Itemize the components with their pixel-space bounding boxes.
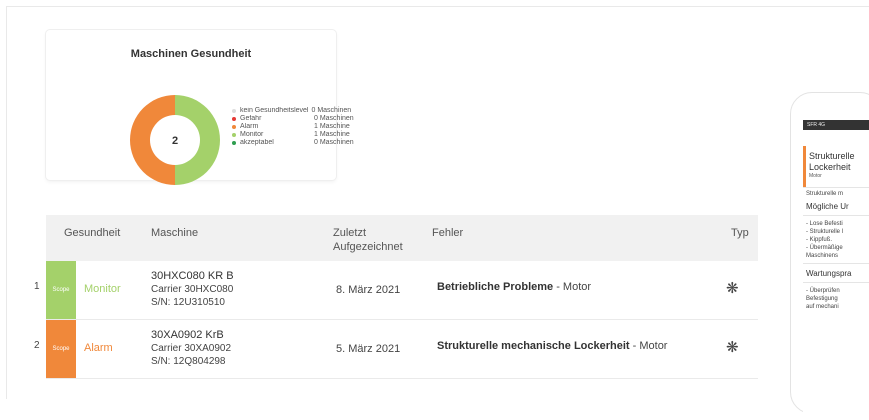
fault-description[interactable]: Betriebliche Probleme - Motor [437,281,591,293]
row-number: 1 [34,281,40,292]
phone-screen: SFR 4G Strukturelle Lockerheit Motor Str… [803,120,869,420]
phone-divider [803,263,869,264]
machine-name: 30HXC080 KR B [151,270,234,282]
legend-item: Alarm 1 Maschine [232,123,354,131]
legend-label: akzeptabel [240,139,274,146]
legend-item: kein Gesundheitslevel 0 Maschinen [232,107,354,115]
snowflake-icon: ❋ [726,339,739,356]
legend-dot-icon [232,141,236,145]
table-header: Gesundheit Maschine Zuletzt Aufgezeichne… [46,215,758,261]
header-fault[interactable]: Fehler [432,226,463,240]
phone-mockup: SFR 4G Strukturelle Lockerheit Motor Str… [790,92,869,420]
health-status: Alarm [84,342,113,354]
phone-heading-maintenance: Wartungspra [806,269,852,278]
snowflake-icon: ❋ [726,280,739,297]
fault-name: Betriebliche Probleme [437,281,554,293]
legend-value: 0 Maschinen [314,139,354,146]
phone-bullet: Befestigung [806,296,838,302]
legend-dot-icon [232,125,236,129]
last-recorded-date: 5. März 2021 [336,343,401,355]
fault-name: Strukturelle mechanische Lockerheit [437,340,630,352]
header-health[interactable]: Gesundheit [64,226,120,240]
phone-divider [803,282,869,283]
legend-value: 1 Maschine [314,123,350,130]
phone-heading-causes: Mögliche Ur [806,202,849,211]
machine-health-card: Maschinen Gesundheit 2 kein Gesundheitsl… [46,30,354,185]
header-last-recorded[interactable]: Zuletzt Aufgezeichnet [333,226,403,254]
health-legend: kein Gesundheitslevel 0 Maschinen Gefahr 0 … [232,107,354,147]
scope-badge: Scope [46,261,76,319]
legend-label: Monitor [240,131,264,138]
phone-bullet: - Übermäßige [806,245,843,251]
header-type[interactable]: Typ [731,226,749,240]
fault-description[interactable]: Strukturelle mechanische Lockerheit - Mo… [437,340,667,352]
machine-carrier: Carrier 30HXC080 [151,284,234,295]
machine-info[interactable]: 30HXC080 KR B Carrier 30HXC080 S/N: 12U3… [151,270,234,309]
legend-item: akzeptabel 0 Maschinen [232,139,354,147]
phone-bullet: - Überprüfen [806,288,840,294]
table-row[interactable]: 1 Scope Monitor 30HXC080 KR B Carrier 30… [34,261,758,320]
machine-serial: S/N: 12U310510 [151,297,225,308]
machine-info[interactable]: 30XA0902 KrB Carrier 30XA0902 S/N: 12Q80… [151,329,231,368]
legend-label: Gefahr [240,115,262,122]
legend-value: 0 Maschinen [311,107,352,114]
legend-dot-icon [232,133,236,137]
machine-carrier: Carrier 30XA0902 [151,343,232,354]
legend-item: Monitor 1 Maschine [232,131,354,139]
table-row[interactable]: 2 Scope Alarm 30XA0902 KrB Carrier 30XA0… [34,320,758,379]
phone-fault-title: Strukturelle Lockerheit [809,151,855,172]
row-number: 2 [34,340,40,351]
phone-bullet: - Strukturelle l [806,229,844,235]
legend-value: 1 Maschine [314,131,350,138]
machine-name: 30XA0902 KrB [151,329,224,341]
phone-bullet: Maschinens [806,253,839,259]
legend-label: kein Gesundheitslevel [240,107,309,114]
fault-component: - Motor [629,340,668,352]
health-card-title: Maschinen Gesundheit [130,48,252,60]
legend-label: Alarm [240,123,259,130]
phone-accent-bar [803,146,806,188]
phone-status-bar: SFR 4G [803,120,869,130]
legend-dot-icon [232,109,236,113]
phone-subtitle: Motor [809,173,822,179]
fault-component: - Motor [553,281,592,293]
phone-bullet: - Lose Befesti [806,221,843,227]
header-machine[interactable]: Maschine [151,226,198,240]
phone-line: Strukturelle m [806,191,844,197]
phone-divider [803,187,869,188]
phone-bullet: auf mechani [806,304,839,310]
scope-badge: Scope [46,320,76,378]
health-status: Monitor [84,283,121,295]
legend-value: 0 Maschinen [314,115,354,122]
health-donut-chart: 2 [130,95,220,185]
machine-serial: S/N: 12Q804298 [151,356,226,367]
last-recorded-date: 8. März 2021 [336,284,401,296]
legend-dot-icon [232,117,236,121]
phone-bullet: - Kippfuß. [806,237,833,243]
legend-item: Gefahr 0 Maschinen [232,115,354,123]
donut-center-count: 2 [172,135,178,147]
phone-divider [803,215,869,216]
